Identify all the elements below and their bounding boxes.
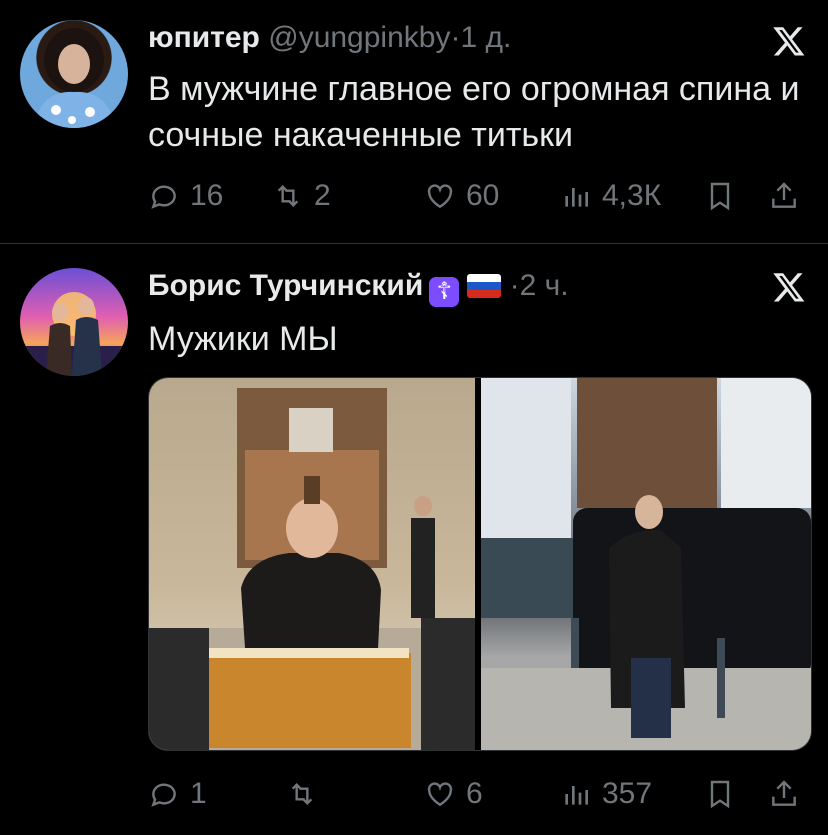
media-grid [148,377,812,751]
views-icon [565,188,588,207]
tweet-header: юпитер @yungpinkby·1 д. [148,18,511,58]
like-icon [427,184,453,209]
reply-count: 16 [190,179,224,212]
bookmark-button[interactable] [704,176,746,216]
photo-man-with-beer[interactable] [149,378,475,750]
author-handle[interactable]: @yungpinkby [268,21,450,54]
share-icon [772,780,796,806]
retweet-button[interactable] [286,774,328,814]
bookmark-button[interactable] [704,774,746,814]
like-icon [427,782,453,807]
retweet-button[interactable]: 2 [272,176,331,216]
action-bar: 1 6 357 [148,774,808,814]
reply-icon [151,185,176,209]
views-button[interactable]: 357 [560,774,652,814]
bookmark-icon [710,182,730,211]
reply-button[interactable]: 16 [148,176,223,216]
views-button[interactable]: 4,3К [560,176,661,216]
timestamp[interactable]: 1 д. [460,21,511,54]
tweet[interactable]: Борис Турчинский ☦ ·2 ч. Мужики МЫ 1 6 3… [0,244,828,835]
x-logo-icon [773,27,805,56]
action-bar: 16 2 60 4,3К [148,176,808,216]
separator-dot: · [450,21,461,54]
avatar[interactable] [20,268,128,376]
retweet-icon [291,782,313,806]
views-icon [565,786,588,805]
avatar[interactable] [20,20,128,128]
x-logo-icon [773,273,805,302]
retweet-count: 2 [314,179,331,212]
orthodox-cross-badge: ☦ [429,277,460,307]
like-count: 6 [466,777,483,810]
reply-icon [151,783,176,807]
share-icon [772,182,796,208]
tweet[interactable]: юпитер @yungpinkby·1 д. В мужчине главно… [0,0,828,244]
bookmark-icon [710,780,730,809]
share-button[interactable] [768,176,810,216]
author-name[interactable]: Борис Турчинский [148,269,423,302]
retweet-icon [277,184,299,208]
timestamp[interactable]: 2 ч. [520,269,569,302]
separator-dot: · [509,269,520,302]
like-button[interactable]: 6 [424,774,483,814]
author-name[interactable]: юпитер [148,21,260,54]
tweet-header: Борис Турчинский ☦ ·2 ч. [148,266,569,307]
russia-flag-icon [467,274,502,298]
view-count: 4,3К [602,179,662,212]
photo-man-by-van[interactable] [481,378,811,750]
tweet-text: Мужики МЫ [148,320,338,358]
share-button[interactable] [768,774,810,814]
tweet-text: В мужчине главное его огромная спина и с… [148,70,800,154]
like-button[interactable]: 60 [424,176,499,216]
like-count: 60 [466,179,500,212]
reply-button[interactable]: 1 [148,774,207,814]
reply-count: 1 [190,777,207,810]
view-count: 357 [602,777,653,810]
